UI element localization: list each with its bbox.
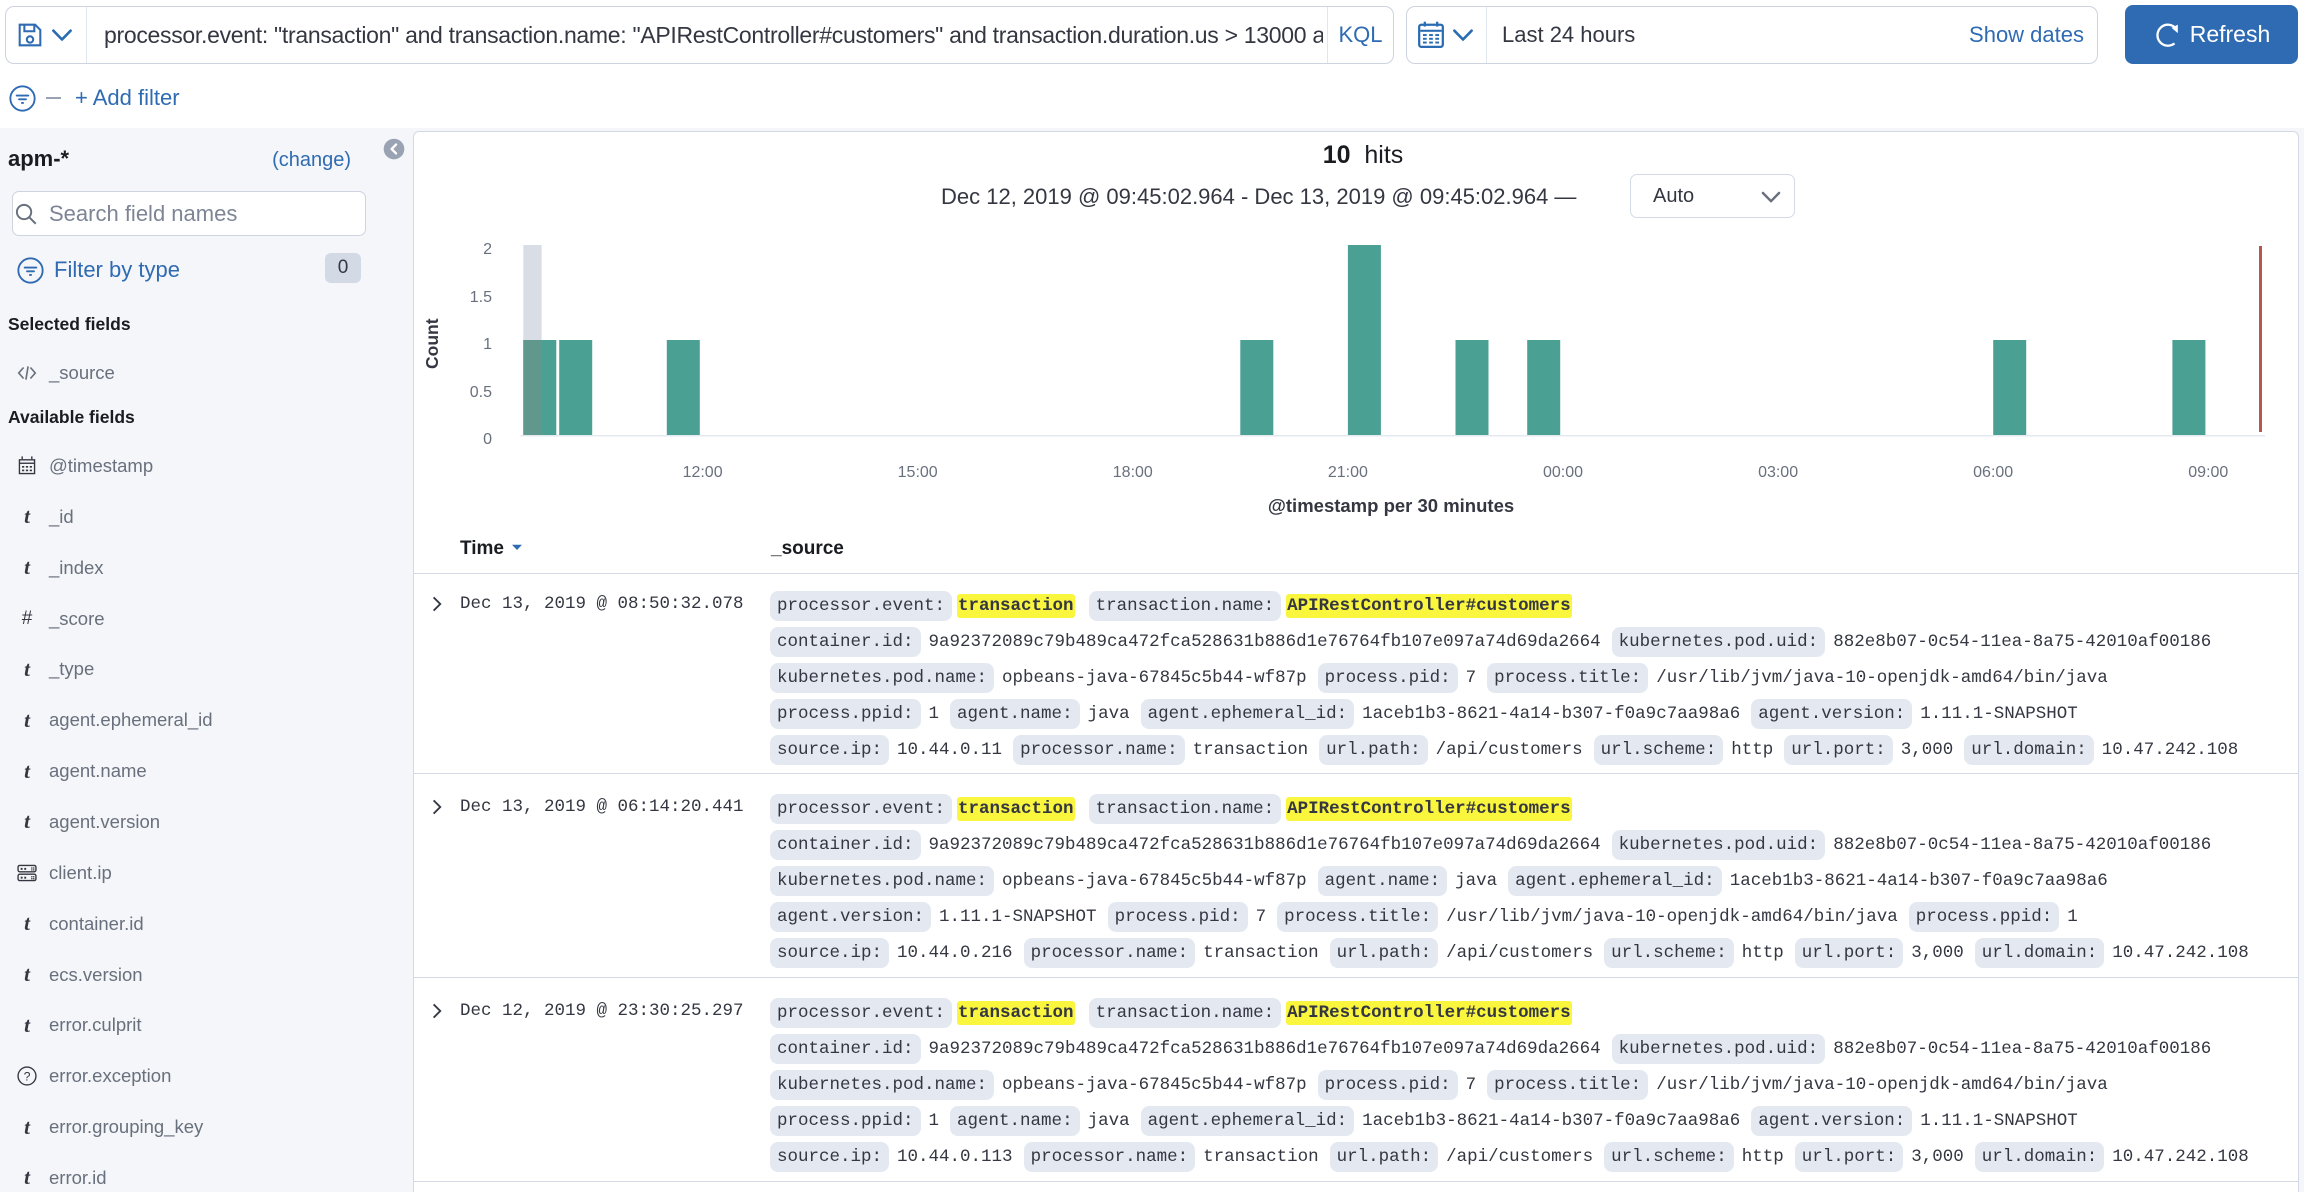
svg-text:?: ? [24, 1070, 31, 1084]
